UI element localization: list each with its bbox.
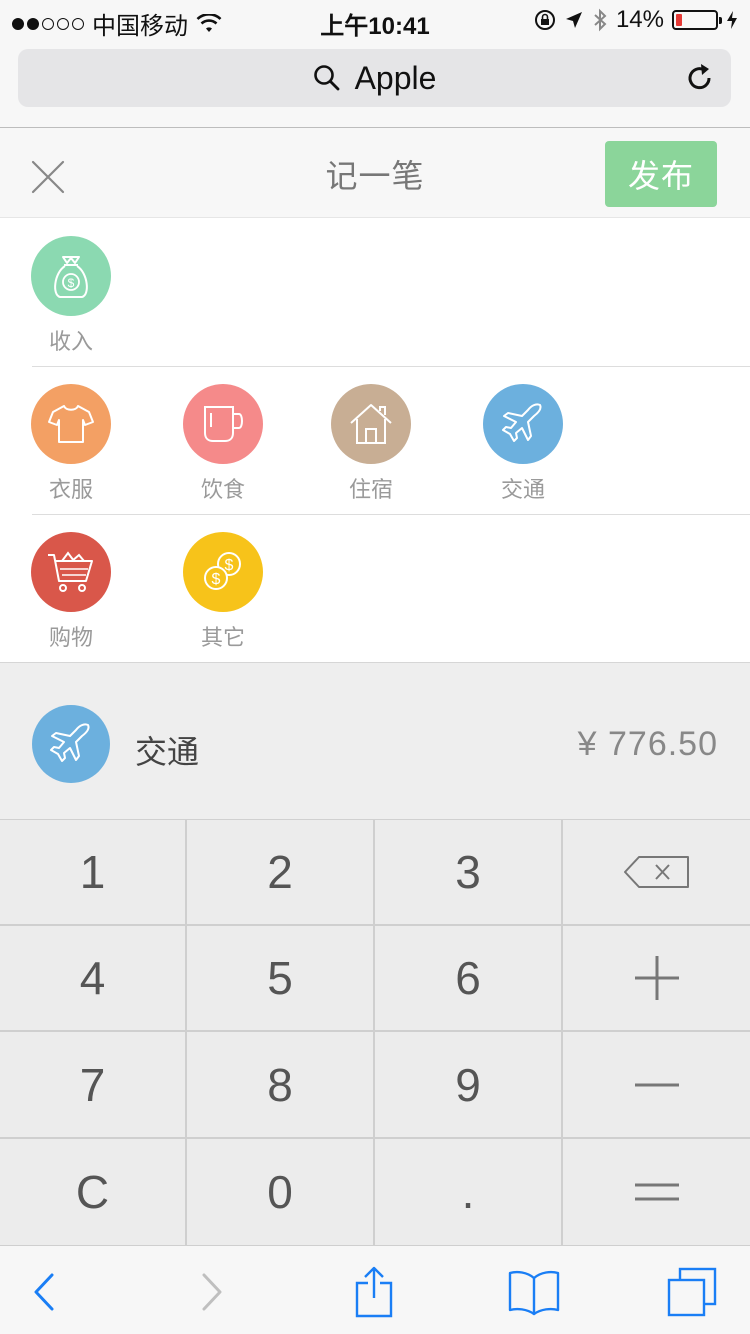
category-other[interactable]: $ $ 其它 <box>168 514 278 662</box>
key-1[interactable]: 1 <box>0 820 187 926</box>
summary-icon-circle <box>32 705 110 783</box>
backspace-key[interactable] <box>563 820 750 926</box>
airplane-icon <box>50 723 90 762</box>
battery-percent: 14% <box>615 6 664 33</box>
key-7[interactable]: 7 <box>0 1032 187 1139</box>
category-icon-circle: $ $ <box>183 532 263 612</box>
category-icon-circle <box>331 384 411 464</box>
address-bar[interactable]: Apple <box>18 49 731 107</box>
key-5[interactable]: 5 <box>187 926 375 1032</box>
key-3[interactable]: 3 <box>375 820 563 926</box>
category-food[interactable]: 饮食 <box>168 366 278 514</box>
category-shopping[interactable]: 购物 <box>16 514 126 662</box>
plus-key[interactable] <box>563 926 750 1032</box>
money-bag-icon: $ <box>54 256 88 298</box>
plus-icon <box>634 956 679 1000</box>
page-header: 记一笔 发布 <box>0 129 750 218</box>
browser-address-area: Apple <box>0 40 750 128</box>
key-8[interactable]: 8 <box>187 1032 375 1139</box>
selected-summary: 交通 ¥ 776.50 <box>0 662 750 820</box>
category-icon-circle <box>483 384 563 464</box>
airplane-icon <box>502 403 542 442</box>
tshirt-icon <box>48 405 94 443</box>
category-label: 收入 <box>48 329 93 354</box>
share-button[interactable] <box>346 1264 402 1320</box>
category-icon-circle <box>183 384 263 464</box>
bookmarks-button[interactable] <box>506 1264 562 1320</box>
search-icon <box>313 65 339 91</box>
category-label: 衣服 <box>48 477 93 502</box>
number-keypad: 1 2 3 4 5 6 7 8 9 C 0 . <box>0 820 750 1245</box>
address-content: Apple <box>18 49 731 107</box>
forward-icon <box>202 1273 222 1311</box>
back-icon <box>34 1273 54 1311</box>
back-button[interactable] <box>16 1264 72 1320</box>
browser-toolbar <box>0 1245 750 1334</box>
category-row: 购物 $ $ 其它 <box>0 514 750 662</box>
bluetooth-icon <box>594 8 607 32</box>
selected-category-label: 交通 <box>135 734 200 770</box>
equals-key[interactable] <box>563 1139 750 1245</box>
key-0[interactable]: 0 <box>187 1139 375 1245</box>
category-row: $ 收入 <box>0 218 750 366</box>
category-lodging[interactable]: 住宿 <box>316 366 426 514</box>
equals-icon <box>634 1183 679 1201</box>
reload-icon[interactable] <box>683 61 717 95</box>
status-bar: 中国移动 上午10:41 14% <box>0 0 750 40</box>
category-icon-circle <box>31 384 111 464</box>
orientation-lock-icon <box>534 10 555 30</box>
status-left: 中国移动 <box>12 6 222 41</box>
house-icon <box>350 404 392 444</box>
category-row: 衣服 饮食 住宿 交通 <box>0 366 750 514</box>
tabs-icon <box>667 1267 717 1317</box>
key-6[interactable]: 6 <box>375 926 563 1032</box>
clear-key[interactable]: C <box>0 1139 187 1245</box>
location-arrow-icon <box>565 12 582 28</box>
category-income[interactable]: $ 收入 <box>16 218 126 366</box>
coins-icon: $ $ <box>204 552 241 590</box>
key-4[interactable]: 4 <box>0 926 187 1032</box>
category-label: 饮食 <box>200 477 245 502</box>
category-clothes[interactable]: 衣服 <box>16 366 126 514</box>
address-text: Apple <box>354 59 437 96</box>
forward-button[interactable] <box>184 1264 240 1320</box>
key-9[interactable]: 9 <box>375 1032 563 1139</box>
category-label: 交通 <box>500 477 545 502</box>
minus-key[interactable] <box>563 1032 750 1139</box>
status-right: 14% <box>534 6 738 34</box>
share-icon <box>355 1266 393 1318</box>
charging-bolt-icon <box>727 11 737 29</box>
key-2[interactable]: 2 <box>187 820 375 926</box>
svg-text:$: $ <box>212 571 221 588</box>
signal-dots-icon <box>12 17 84 30</box>
category-icon-circle: $ <box>31 236 111 316</box>
amount-display: ¥ 776.50 <box>577 725 718 763</box>
svg-text:$: $ <box>68 276 75 290</box>
minus-icon <box>634 1083 679 1086</box>
backspace-icon <box>623 856 689 888</box>
category-grid: $ 收入 衣服 饮食 住宿 交通 购物 $ $ 其它 <box>0 218 750 662</box>
battery-icon <box>672 10 722 30</box>
category-label: 购物 <box>48 625 93 650</box>
wifi-icon <box>196 13 222 32</box>
carrier-name: 中国移动 <box>92 13 188 40</box>
bookmarks-icon <box>508 1270 560 1316</box>
category-label: 住宿 <box>348 477 393 502</box>
mug-icon <box>204 406 243 442</box>
decimal-key[interactable]: . <box>375 1139 563 1245</box>
category-transport[interactable]: 交通 <box>468 366 578 514</box>
shopping-cart-icon <box>48 551 93 592</box>
tabs-button[interactable] <box>664 1264 720 1320</box>
category-label: 其它 <box>200 625 245 650</box>
category-icon-circle <box>31 532 111 612</box>
publish-button[interactable]: 发布 <box>605 141 717 207</box>
